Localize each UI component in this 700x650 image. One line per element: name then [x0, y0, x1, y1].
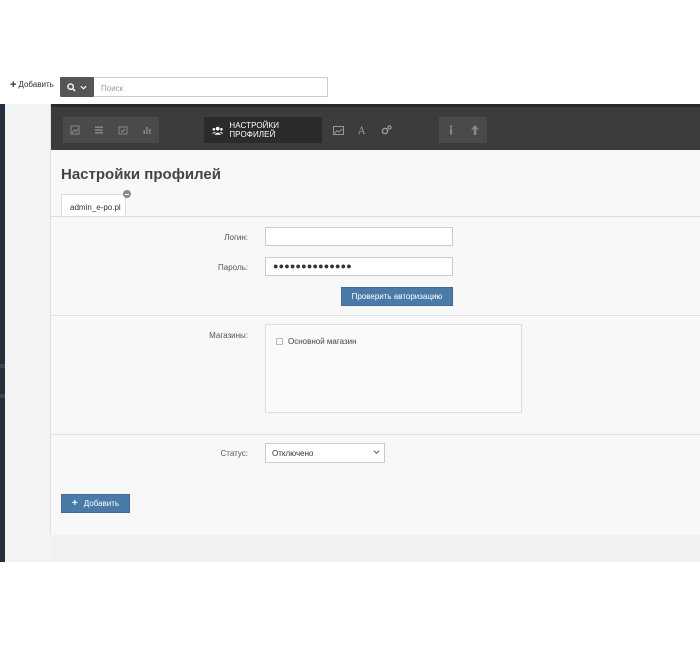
left-sidebar-strip — [0, 104, 5, 562]
tab-profile[interactable]: admin_e-po.pl — [61, 194, 126, 217]
stores-label: Магазины: — [209, 331, 248, 340]
nav-group-right — [439, 117, 487, 143]
tab-profile-settings-label: НАСТРОЙКИ ПРОФИЛЕЙ — [229, 121, 280, 139]
tab-profile-settings[interactable]: НАСТРОЙКИ ПРОФИЛЕЙ — [204, 117, 322, 143]
nav-group-left — [63, 117, 159, 143]
tab-remove-icon[interactable] — [123, 190, 131, 198]
page-title: Настройки профилей — [61, 166, 221, 183]
status-label: Статус: — [220, 449, 248, 458]
password-input[interactable]: ●●●●●●●●●●●●●● — [265, 257, 453, 276]
arrow-up-icon[interactable] — [463, 117, 487, 143]
stores-list: Основной магазин — [265, 324, 522, 413]
top-add-label: Добавить — [18, 80, 54, 89]
divider — [51, 434, 700, 435]
chevron-down-icon — [373, 450, 380, 455]
plus-icon: + — [71, 497, 78, 509]
module-navbar: НАСТРОЙКИ ПРОФИЛЕЙ A — [51, 104, 700, 150]
login-input[interactable] — [265, 227, 453, 246]
status-select[interactable]: Отключено — [265, 443, 385, 463]
status-value: Отключено — [272, 449, 314, 458]
svg-text:A: A — [357, 126, 366, 135]
footer-area — [50, 535, 700, 562]
password-label: Пароль: — [218, 263, 248, 272]
password-value: ●●●●●●●●●●●●●● — [273, 261, 352, 271]
profile-form: Логин: Пароль: ●●●●●●●●●●●●●● Проверить … — [51, 216, 700, 535]
page: + Добавить Поиск НАСТРОЙКИ ПРОФИЛЕЙ A На… — [0, 0, 700, 650]
search-icon — [67, 82, 76, 92]
plus-icon: + — [10, 78, 17, 91]
checkbox[interactable] — [276, 338, 283, 345]
search-input[interactable]: Поиск — [94, 77, 328, 97]
top-add-button[interactable]: + Добавить — [10, 78, 54, 91]
top-toolbar: + Добавить Поиск — [0, 77, 330, 99]
nav-group-mid: A — [326, 117, 398, 143]
font-icon[interactable]: A — [350, 117, 374, 143]
users-icon — [212, 126, 224, 135]
check-auth-button[interactable]: Проверить авторизацию — [341, 287, 453, 306]
store-label: Основной магазин — [288, 337, 357, 346]
image-icon[interactable] — [63, 117, 87, 143]
login-label: Логин: — [224, 233, 248, 242]
main-panel: НАСТРОЙКИ ПРОФИЛЕЙ A Настройки профилей … — [50, 104, 700, 535]
calendar-check-icon[interactable] — [111, 117, 135, 143]
search-button[interactable] — [60, 77, 94, 97]
add-button[interactable]: + Добавить — [61, 494, 130, 513]
store-checkbox-main[interactable]: Основной магазин — [276, 337, 357, 346]
picture-icon[interactable] — [326, 117, 350, 143]
outer-background — [5, 104, 50, 562]
add-button-label: Добавить — [83, 499, 120, 508]
bar-chart-icon[interactable] — [135, 117, 159, 143]
divider — [51, 315, 700, 316]
info-icon[interactable] — [439, 117, 463, 143]
list-icon[interactable] — [87, 117, 111, 143]
gears-icon[interactable] — [374, 117, 398, 143]
chevron-down-icon — [80, 85, 87, 90]
